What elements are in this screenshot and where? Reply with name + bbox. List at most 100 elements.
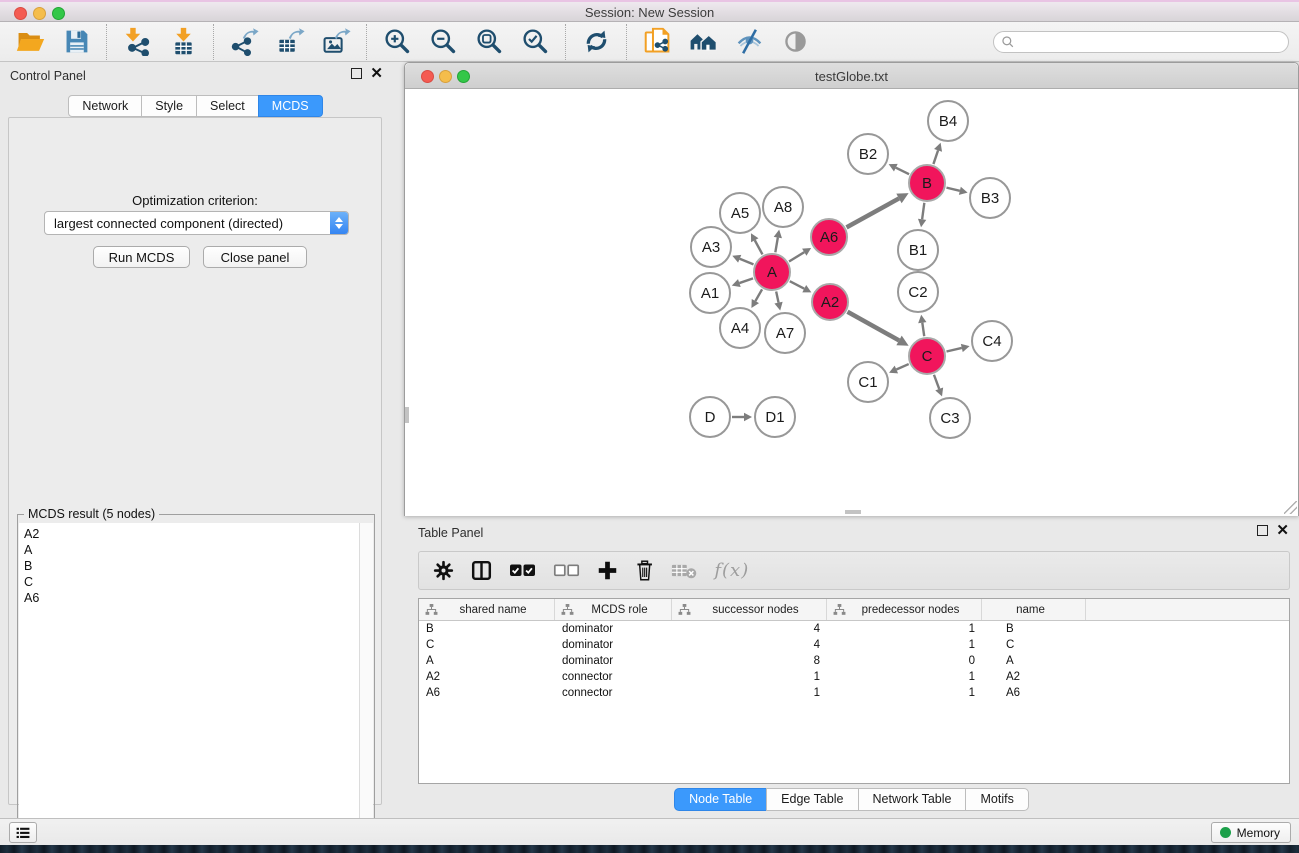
result-item[interactable]: A: [19, 542, 360, 558]
import-network-button[interactable]: [121, 26, 153, 58]
node-A2[interactable]: A2: [811, 283, 849, 321]
edge-A-A5[interactable]: [751, 233, 762, 254]
node-C1[interactable]: C1: [847, 361, 889, 403]
memory-button[interactable]: Memory: [1211, 822, 1291, 843]
table-row[interactable]: Bdominator41B: [419, 621, 1289, 637]
column-mode-button[interactable]: [471, 558, 492, 584]
node-A4[interactable]: A4: [719, 307, 761, 349]
column-header-predecessor-nodes[interactable]: predecessor nodes: [827, 599, 982, 620]
search-field[interactable]: [993, 31, 1289, 53]
table-row[interactable]: Adominator80A: [419, 653, 1289, 669]
edge-A-A6[interactable]: [789, 248, 811, 262]
edge-A-A7[interactable]: [774, 292, 782, 311]
edge-C-C2[interactable]: [918, 315, 926, 336]
node-C4[interactable]: C4: [971, 320, 1013, 362]
node-A1[interactable]: A1: [689, 272, 731, 314]
table-row[interactable]: A6connector11A6: [419, 685, 1289, 701]
export-image-button[interactable]: [320, 26, 352, 58]
node-B1[interactable]: B1: [897, 229, 939, 271]
result-scrollbar[interactable]: [359, 523, 373, 853]
edge-A-A8[interactable]: [774, 230, 782, 253]
table-row[interactable]: A2connector11A2: [419, 669, 1289, 685]
edge-C-C4[interactable]: [946, 344, 969, 352]
hide-details-button[interactable]: [733, 26, 765, 58]
column-header-MCDS-role[interactable]: MCDS role: [555, 599, 672, 620]
canvas-vscroll-nub[interactable]: [405, 407, 409, 423]
edge-A-A2[interactable]: [790, 281, 812, 292]
column-header-name[interactable]: name: [982, 599, 1086, 620]
node-C2[interactable]: C2: [897, 271, 939, 313]
edge-A2-C[interactable]: [847, 312, 908, 346]
node-D[interactable]: D: [689, 396, 731, 438]
node-C[interactable]: C: [908, 337, 946, 375]
column-header-successor-nodes[interactable]: successor nodes: [672, 599, 827, 620]
column-header-shared-name[interactable]: shared name: [419, 599, 555, 620]
edge-C-C1[interactable]: [889, 364, 909, 373]
refresh-button[interactable]: [580, 26, 612, 58]
tab-node-table[interactable]: Node Table: [674, 788, 767, 811]
node-A5[interactable]: A5: [719, 192, 761, 234]
result-item[interactable]: C: [19, 574, 360, 590]
import-table-button[interactable]: [167, 26, 199, 58]
duplicate-network-button[interactable]: [641, 26, 673, 58]
delete-column-button[interactable]: [635, 558, 654, 584]
close-panel-button[interactable]: Close panel: [203, 246, 307, 268]
edge-A-A3[interactable]: [732, 255, 753, 265]
edge-A-A4[interactable]: [751, 289, 762, 308]
zoom-in-button[interactable]: [381, 26, 413, 58]
edge-A6-B[interactable]: [847, 193, 909, 227]
edge-D-D1[interactable]: [732, 413, 752, 421]
close-panel-icon[interactable]: ✕: [370, 68, 383, 79]
export-table-button[interactable]: [274, 26, 306, 58]
show-details-button[interactable]: [779, 26, 811, 58]
tab-mcds[interactable]: MCDS: [258, 95, 323, 117]
search-input[interactable]: [1015, 35, 1288, 49]
float-panel-icon[interactable]: [351, 68, 362, 79]
node-C3[interactable]: C3: [929, 397, 971, 439]
tab-select[interactable]: Select: [196, 95, 259, 117]
delete-table-button[interactable]: [671, 558, 697, 584]
result-item[interactable]: A2: [19, 526, 360, 542]
node-A8[interactable]: A8: [762, 186, 804, 228]
save-session-button[interactable]: [60, 26, 92, 58]
add-column-button[interactable]: [597, 558, 618, 584]
open-session-button[interactable]: [14, 26, 46, 58]
network-canvas[interactable]: AA6A2BCA5A8A3A1A4A7B2B4B3B1C2C4C1C3DD1: [405, 89, 1298, 516]
result-item[interactable]: A6: [19, 590, 360, 606]
edge-B-B4[interactable]: [933, 143, 942, 164]
node-D1[interactable]: D1: [754, 396, 796, 438]
gear-button[interactable]: [433, 558, 454, 584]
deselect-all-button[interactable]: [553, 558, 580, 584]
home-button[interactable]: [687, 26, 719, 58]
resize-grip[interactable]: [1284, 501, 1297, 514]
zoom-fit-button[interactable]: [473, 26, 505, 58]
tab-motifs[interactable]: Motifs: [965, 788, 1028, 811]
fx-button[interactable]: f(x): [714, 558, 749, 584]
node-B4[interactable]: B4: [927, 100, 969, 142]
tab-style[interactable]: Style: [141, 95, 197, 117]
zoom-out-button[interactable]: [427, 26, 459, 58]
edge-B-B3[interactable]: [946, 187, 967, 195]
edge-B-B2[interactable]: [889, 164, 909, 174]
zoom-selected-button[interactable]: [519, 26, 551, 58]
table-row[interactable]: Cdominator41C: [419, 637, 1289, 653]
criterion-dropdown[interactable]: largest connected component (directed): [44, 211, 349, 235]
node-A6[interactable]: A6: [810, 218, 848, 256]
node-A[interactable]: A: [753, 253, 791, 291]
tab-network[interactable]: Network: [68, 95, 142, 117]
edge-B-B1[interactable]: [918, 203, 926, 227]
float-table-panel-icon[interactable]: [1257, 525, 1268, 536]
canvas-hscroll-nub[interactable]: [845, 510, 861, 514]
node-A7[interactable]: A7: [764, 312, 806, 354]
task-history-button[interactable]: [9, 822, 37, 843]
select-all-button[interactable]: [509, 558, 536, 584]
node-B2[interactable]: B2: [847, 133, 889, 175]
node-B3[interactable]: B3: [969, 177, 1011, 219]
run-mcds-button[interactable]: Run MCDS: [93, 246, 190, 268]
close-table-panel-icon[interactable]: ✕: [1276, 525, 1289, 536]
export-network-button[interactable]: [228, 26, 260, 58]
tab-edge-table[interactable]: Edge Table: [766, 788, 858, 811]
edge-A-A1[interactable]: [732, 278, 753, 287]
node-B[interactable]: B: [908, 164, 946, 202]
result-item[interactable]: B: [19, 558, 360, 574]
